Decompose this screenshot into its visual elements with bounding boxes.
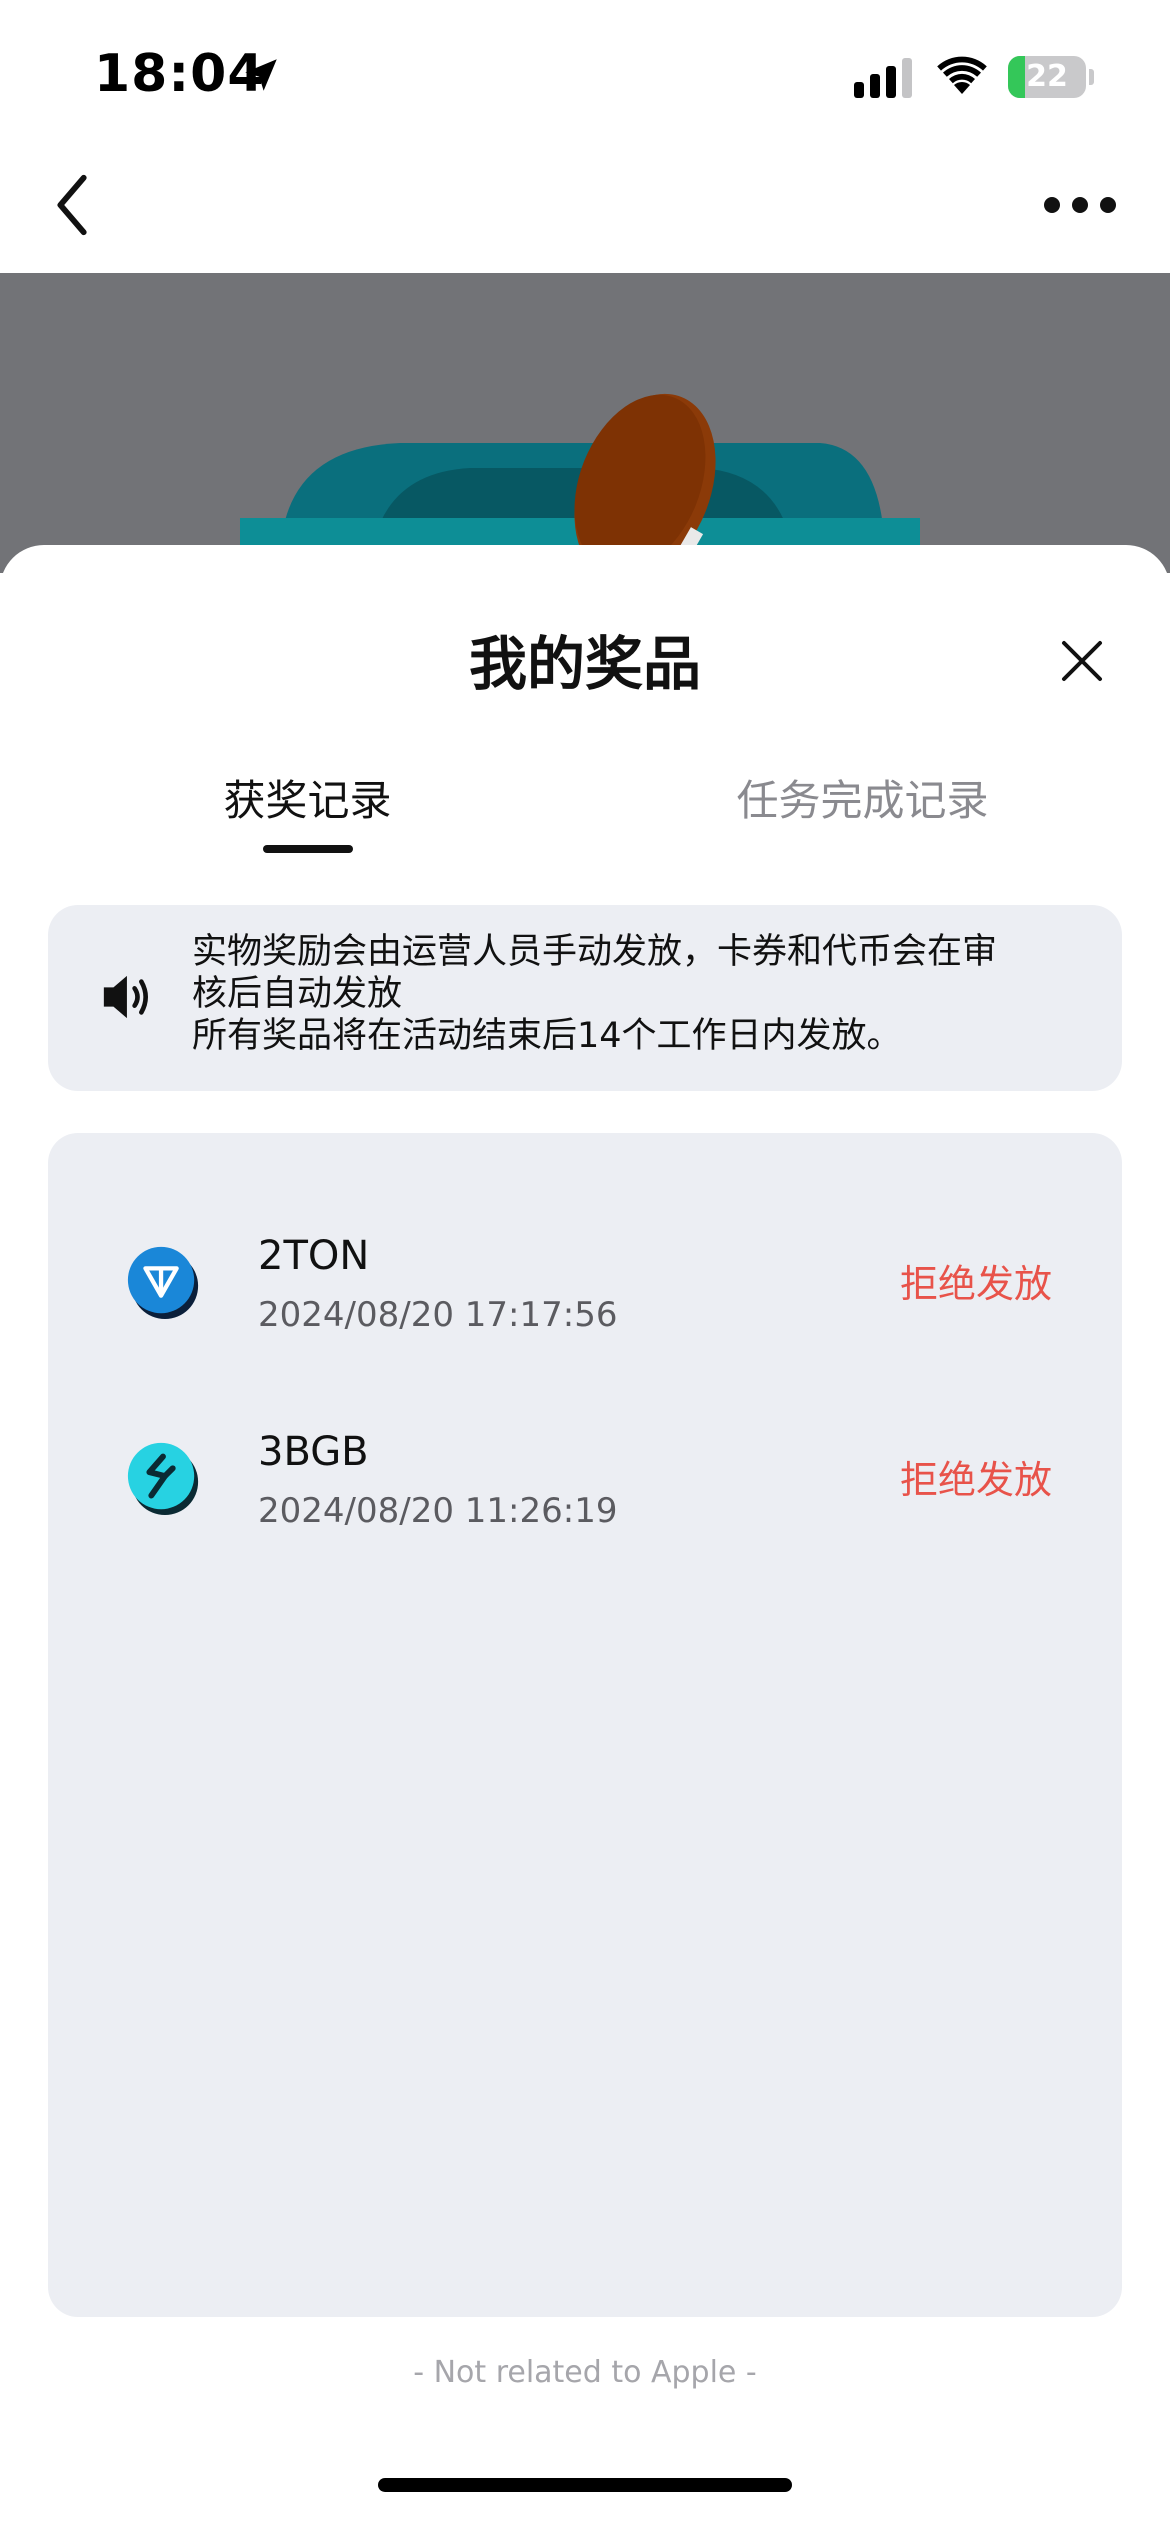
ton-coin-icon <box>127 1246 199 1320</box>
prizes-sheet: 我的奖品 获奖记录 任务完成记录 实物奖励会由运营人员手动发放，卡券和代币会在审… <box>0 545 1170 2532</box>
active-tab-indicator <box>263 845 353 853</box>
list-item[interactable]: 3BGB 2024/08/20 11:26:19 拒绝发放 <box>48 1409 1122 1559</box>
speaker-icon <box>103 975 148 1019</box>
ellipsis-icon[interactable] <box>1040 180 1120 230</box>
status-bar: 18:04 22 <box>0 0 1170 140</box>
notice-line: 实物奖励会由运营人员手动发放，卡券和代币会在审 <box>192 932 998 972</box>
location-arrow-icon <box>245 59 277 91</box>
notice-text: 实物奖励会由运营人员手动发放，卡券和代币会在审 核后自动发放 所有奖品将在活动结… <box>192 931 1072 1057</box>
close-icon[interactable] <box>1058 637 1106 685</box>
footer-note: - Not related to Apple - <box>413 2355 757 2390</box>
status-time: 18:04 <box>94 44 265 104</box>
tab-task-records[interactable]: 任务完成记录 <box>700 767 1025 828</box>
prize-status: 拒绝发放 <box>899 1458 1052 1502</box>
battery-charging-icon: 22 <box>1008 56 1086 98</box>
cellular-signal-icon <box>854 58 912 98</box>
sheet-title: 我的奖品 <box>468 630 701 698</box>
prize-status: 拒绝发放 <box>899 1262 1052 1306</box>
prize-name: 3BGB <box>258 1429 369 1475</box>
notice-banner: 实物奖励会由运营人员手动发放，卡券和代币会在审 核后自动发放 所有奖品将在活动结… <box>48 905 1122 1091</box>
notice-line: 核后自动发放 <box>192 974 403 1014</box>
battery-level: 22 <box>1026 59 1068 94</box>
prize-date: 2024/08/20 17:17:56 <box>258 1295 618 1335</box>
prize-list: 2TON 2024/08/20 17:17:56 拒绝发放 3BGB 2024/… <box>48 1133 1122 2317</box>
tab-prize-records[interactable]: 获奖记录 <box>170 767 445 828</box>
list-item[interactable]: 2TON 2024/08/20 17:17:56 拒绝发放 <box>48 1213 1122 1363</box>
bgb-coin-icon <box>127 1442 199 1516</box>
banner-illustration <box>240 393 920 573</box>
activity-banner <box>0 273 1170 573</box>
prize-date: 2024/08/20 11:26:19 <box>258 1491 618 1531</box>
wifi-icon <box>937 56 987 94</box>
prize-name: 2TON <box>258 1233 370 1279</box>
home-indicator[interactable] <box>378 2478 792 2492</box>
nav-bar <box>0 140 1170 273</box>
notice-line: 所有奖品将在活动结束后14个工作日内发放。 <box>192 1016 902 1056</box>
chevron-left-icon[interactable] <box>44 170 104 240</box>
